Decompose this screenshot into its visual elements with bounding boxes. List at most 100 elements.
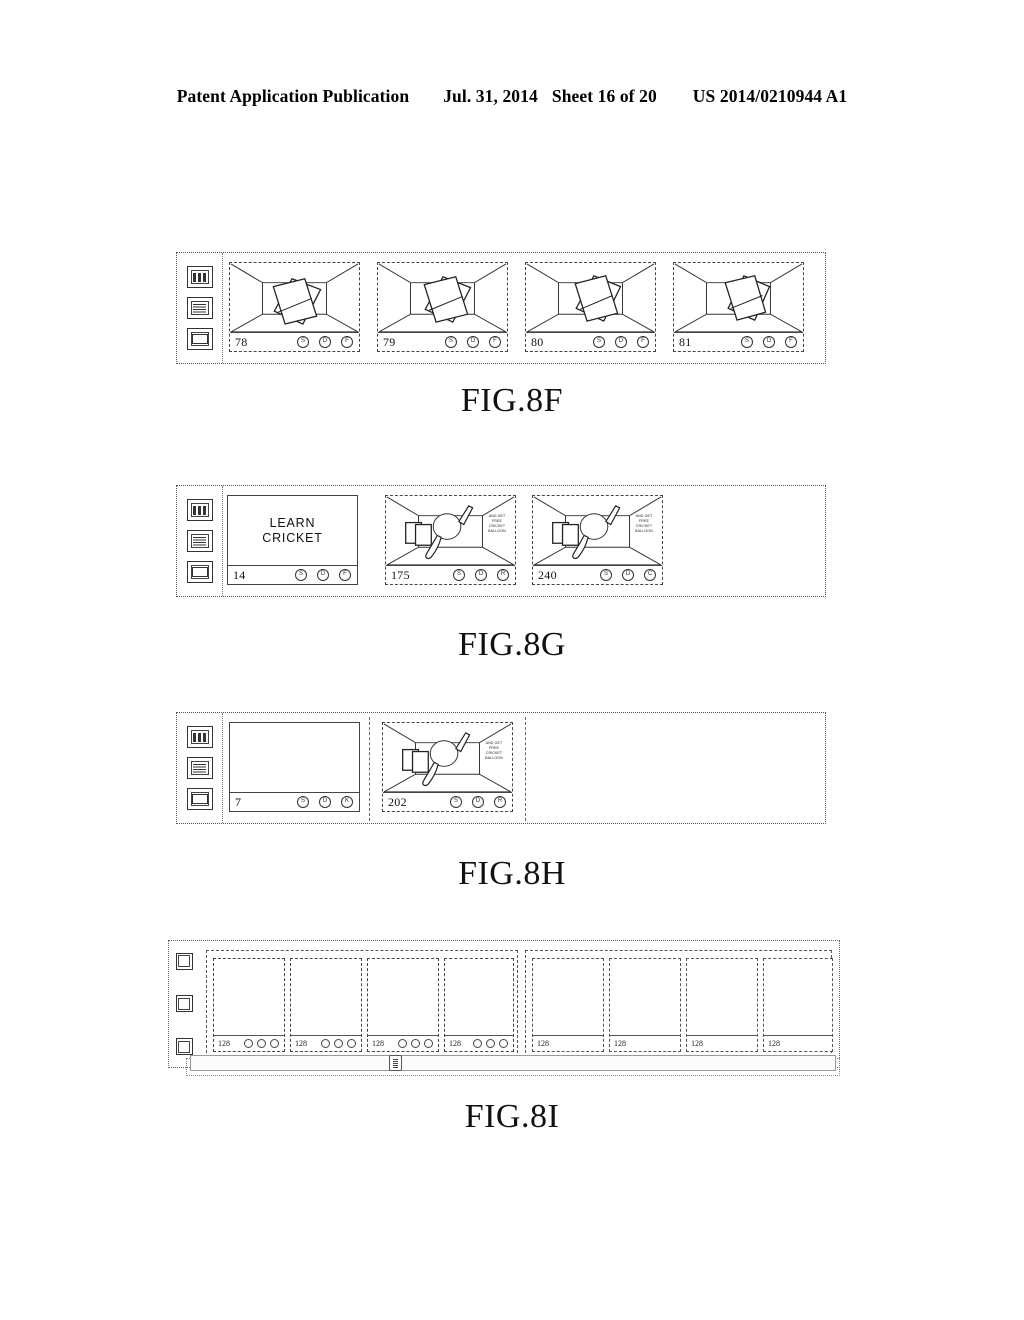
- card-artwork: [610, 959, 680, 1035]
- film-icon[interactable]: [186, 788, 213, 810]
- thumbnail-card[interactable]: 81 S D F: [673, 262, 804, 352]
- badge-icon[interactable]: D: [317, 569, 329, 581]
- badge-icon[interactable]: [424, 1039, 433, 1048]
- badge-icon[interactable]: [398, 1039, 407, 1048]
- panels-icon[interactable]: [186, 266, 213, 288]
- badge-icon[interactable]: R: [497, 569, 509, 581]
- room-perspective-illustration: [526, 263, 655, 332]
- badge-icon[interactable]: F: [341, 336, 353, 348]
- header-publication: Patent Application Publication: [176, 86, 410, 106]
- document-icon[interactable]: [186, 757, 213, 779]
- list-item[interactable]: 128: [686, 958, 758, 1052]
- badge-icon[interactable]: S: [445, 336, 457, 348]
- thumbnail-card[interactable]: AND GET FREE CRICKET BALLOON 240 S D C: [532, 495, 663, 585]
- card-footer: 240 S D C: [533, 565, 662, 584]
- badge-icon[interactable]: [411, 1039, 420, 1048]
- list-item[interactable]: 128: [763, 958, 833, 1052]
- card-artwork: [764, 959, 832, 1035]
- badge-icon[interactable]: S: [741, 336, 753, 348]
- badge-icon[interactable]: [499, 1039, 508, 1048]
- badge-icon[interactable]: S: [453, 569, 465, 581]
- patent-sheet: Patent Application Publication Jul. 31, …: [0, 0, 1024, 1320]
- badge-icon[interactable]: D: [467, 336, 479, 348]
- badge-icon[interactable]: D: [622, 569, 634, 581]
- list-item[interactable]: 128: [532, 958, 604, 1052]
- horizontal-scrollbar[interactable]: [190, 1055, 836, 1071]
- card-badges[interactable]: S D F: [295, 569, 351, 581]
- panels-icon[interactable]: [186, 499, 213, 521]
- badge-icon[interactable]: [486, 1039, 495, 1048]
- badge-icon[interactable]: F: [637, 336, 649, 348]
- badge-icon[interactable]: [334, 1039, 343, 1048]
- thumbnail-card[interactable]: LEARN CRICKET 14 S D F: [227, 495, 358, 585]
- window-icon[interactable]: [175, 995, 193, 1013]
- badge-icon[interactable]: D: [319, 796, 331, 808]
- badge-icon[interactable]: [473, 1039, 482, 1048]
- badge-icon[interactable]: D: [472, 796, 484, 808]
- column-divider: [525, 717, 526, 821]
- room-perspective-illustration: [230, 263, 359, 332]
- badge-icon[interactable]: [257, 1039, 266, 1048]
- card-badges[interactable]: [321, 1039, 356, 1048]
- badge-icon[interactable]: R: [494, 796, 506, 808]
- thumbnail-card[interactable]: 7 S D K: [229, 722, 360, 812]
- card-badges[interactable]: S D F: [297, 336, 353, 348]
- badge-icon[interactable]: S: [295, 569, 307, 581]
- card-badges[interactable]: S D F: [593, 336, 649, 348]
- card-artwork: [291, 959, 361, 1035]
- grid-icon[interactable]: [175, 952, 193, 970]
- badge-icon[interactable]: [244, 1039, 253, 1048]
- card-footer: 128: [445, 1035, 513, 1051]
- list-item[interactable]: 128: [367, 958, 439, 1052]
- badge-icon[interactable]: [347, 1039, 356, 1048]
- badge-icon[interactable]: S: [297, 796, 309, 808]
- list-item[interactable]: 128: [290, 958, 362, 1052]
- badge-icon[interactable]: S: [450, 796, 462, 808]
- card-badges[interactable]: S D R: [453, 569, 509, 581]
- badge-icon[interactable]: [270, 1039, 279, 1048]
- card-badges[interactable]: [244, 1039, 279, 1048]
- document-icon[interactable]: [186, 530, 213, 552]
- thumbnail-card[interactable]: 80 S D F: [525, 262, 656, 352]
- badge-icon[interactable]: D: [319, 336, 331, 348]
- badge-icon[interactable]: K: [341, 796, 353, 808]
- badge-icon[interactable]: F: [785, 336, 797, 348]
- card-badges[interactable]: [398, 1039, 433, 1048]
- card-artwork: [687, 959, 757, 1035]
- badge-icon[interactable]: [321, 1039, 330, 1048]
- thumbnail-card[interactable]: AND GET FREE CRICKET BALLOON 202 S D R: [382, 722, 513, 812]
- film-icon[interactable]: [186, 328, 213, 350]
- badge-icon[interactable]: D: [763, 336, 775, 348]
- fig-8f-panel: 78 S D F 79 S D F 80 S D F 81 S D F: [176, 252, 826, 364]
- thumbnail-card[interactable]: 78 S D F: [229, 262, 360, 352]
- document-icon[interactable]: [186, 297, 213, 319]
- thumbnail-card[interactable]: AND GET FREE CRICKET BALLOON 175 S D R: [385, 495, 516, 585]
- badge-icon[interactable]: S: [600, 569, 612, 581]
- badge-icon[interactable]: S: [593, 336, 605, 348]
- badge-icon[interactable]: D: [615, 336, 627, 348]
- fig-8g-sidebar: [177, 486, 223, 596]
- badge-icon[interactable]: S: [297, 336, 309, 348]
- card-footer: 80 S D F: [526, 332, 655, 351]
- card-badges[interactable]: S D K: [297, 796, 353, 808]
- card-badges[interactable]: S D F: [741, 336, 797, 348]
- card-badges[interactable]: S D R: [450, 796, 506, 808]
- list-item[interactable]: 128: [444, 958, 514, 1052]
- card-artwork: AND GET FREE CRICKET BALLOON: [533, 496, 662, 565]
- list-icon[interactable]: [175, 1038, 193, 1056]
- list-item[interactable]: 128: [609, 958, 681, 1052]
- card-badges[interactable]: S D C: [600, 569, 656, 581]
- card-badges[interactable]: [473, 1039, 508, 1048]
- badge-icon[interactable]: F: [489, 336, 501, 348]
- badge-icon[interactable]: D: [475, 569, 487, 581]
- card-badges[interactable]: S D F: [445, 336, 501, 348]
- badge-icon[interactable]: C: [644, 569, 656, 581]
- list-item[interactable]: 128: [213, 958, 285, 1052]
- card-artwork: [368, 959, 438, 1035]
- card-number: 240: [538, 567, 557, 582]
- scrollbar-thumb[interactable]: [389, 1055, 402, 1071]
- film-icon[interactable]: [186, 561, 213, 583]
- badge-icon[interactable]: F: [339, 569, 351, 581]
- panels-icon[interactable]: [186, 726, 213, 748]
- thumbnail-card[interactable]: 79 S D F: [377, 262, 508, 352]
